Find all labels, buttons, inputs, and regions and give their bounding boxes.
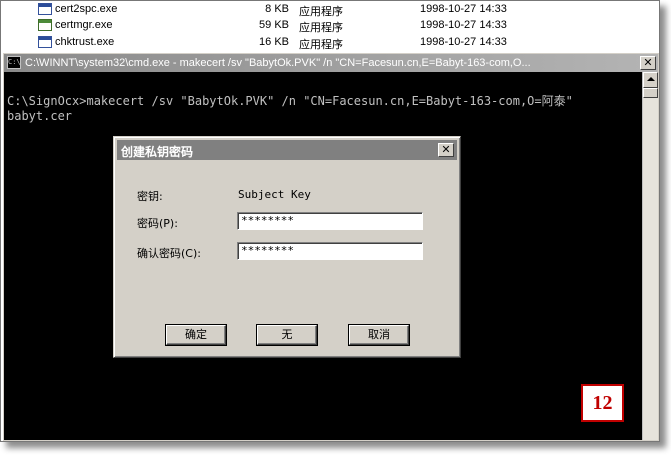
console-output-line: babyt.cer (7, 109, 73, 123)
file-size: 59 KB (259, 19, 289, 31)
file-name: chktrust.exe (55, 36, 115, 48)
exe-icon (38, 36, 52, 48)
key-label: 密钥: (137, 190, 163, 203)
key-value: Subject Key (238, 188, 311, 201)
file-size: 8 KB (265, 3, 289, 15)
dialog-close-button[interactable]: ✕ (438, 143, 454, 157)
dialog-title: 创建私钥密码 (121, 145, 194, 159)
confirm-password-label: 确认密码(C): (137, 247, 201, 260)
file-list: cert2spc.exe 8 KB 应用程序 1998-10-27 14:33 … (1, 1, 659, 53)
step-number-badge: 12 (581, 384, 624, 422)
file-row[interactable]: chktrust.exe 16 KB 应用程序 1998-10-27 14:33 (1, 34, 659, 51)
cancel-button[interactable]: 取消 (349, 325, 409, 345)
ok-button[interactable]: 确定 (166, 325, 226, 345)
cmd-title: C:\WINNT\system32\cmd.exe - makecert /sv… (25, 57, 531, 69)
file-date: 1998-10-27 14:33 (420, 36, 507, 48)
none-button[interactable]: 无 (257, 325, 317, 345)
file-type: 应用程序 (299, 22, 343, 34)
confirm-password-field[interactable]: ******** (237, 242, 423, 260)
password-label: 密码(P): (137, 217, 178, 230)
scroll-up-arrow-icon[interactable] (643, 72, 658, 88)
console-icon[interactable]: C:\ (7, 56, 21, 69)
console-command-line: C:\SignOcx>makecert /sv "BabytOk.PVK" /n… (7, 94, 573, 108)
dialog-titlebar[interactable]: 创建私钥密码 ✕ (117, 140, 457, 160)
password-field[interactable]: ******** (237, 212, 423, 230)
file-date: 1998-10-27 14:33 (420, 3, 507, 15)
cmd-close-button[interactable]: ✕ (640, 56, 656, 70)
file-type: 应用程序 (299, 39, 343, 51)
screenshot-frame: cert2spc.exe 8 KB 应用程序 1998-10-27 14:33 … (0, 0, 660, 442)
file-name: cert2spc.exe (55, 3, 118, 15)
create-private-key-password-dialog: 创建私钥密码 ✕ 密钥: Subject Key 密码(P): ********… (113, 136, 461, 358)
certificate-exe-icon (38, 19, 52, 31)
file-name: certmgr.exe (55, 19, 113, 31)
cmd-scrollbar[interactable] (642, 72, 658, 440)
cmd-titlebar[interactable]: C:\ C:\WINNT\system32\cmd.exe - makecert… (4, 54, 658, 72)
file-size: 16 KB (259, 36, 289, 48)
file-row[interactable]: cert2spc.exe 8 KB 应用程序 1998-10-27 14:33 (1, 1, 659, 18)
exe-icon (38, 3, 52, 15)
file-date: 1998-10-27 14:33 (420, 19, 507, 31)
scroll-thumb[interactable] (643, 88, 658, 98)
file-row[interactable]: certmgr.exe 59 KB 应用程序 1998-10-27 14:33 (1, 17, 659, 34)
